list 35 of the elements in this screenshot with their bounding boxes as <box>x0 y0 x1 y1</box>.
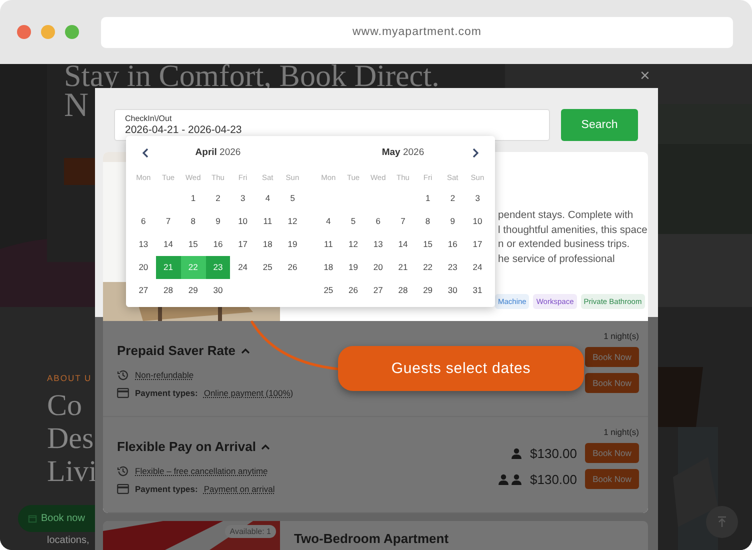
payment-type-link[interactable]: Online payment (100%) <box>204 388 294 398</box>
room-title: Two-Bedroom Apartment <box>293 530 449 548</box>
policy-link[interactable]: Flexible – free cancellation anytime <box>135 466 268 476</box>
section-heading: Co <box>47 389 82 422</box>
book-now-button[interactable]: Book now <box>18 505 95 532</box>
nights-label: 1 night(s) <box>604 427 639 437</box>
two-guests-icon <box>498 474 522 484</box>
arrow-up-icon <box>717 516 727 528</box>
chevron-up-icon[interactable] <box>260 444 270 450</box>
body-text: locations, <box>47 535 90 546</box>
price: $130.00 <box>530 472 577 486</box>
maximize-window-button[interactable] <box>65 25 79 39</box>
section-eyebrow: ABOUT U <box>47 373 92 383</box>
rate-name: Prepaid Saver Rate <box>117 343 236 358</box>
nights-label: 1 night(s) <box>604 331 639 341</box>
section-heading: Livi <box>47 455 97 488</box>
calendar-icon <box>28 514 37 523</box>
history-icon <box>117 369 129 381</box>
close-window-button[interactable] <box>17 25 31 39</box>
chevron-up-icon[interactable] <box>240 348 250 354</box>
payment-type-link[interactable]: Payment on arrival <box>204 484 275 494</box>
rate-name: Flexible Pay on Arrival <box>117 439 256 454</box>
policy-link[interactable]: Non-refundable <box>135 370 194 380</box>
section-heading: Des <box>47 422 94 455</box>
credit-card-icon <box>117 484 129 494</box>
payment-label: Payment types: <box>135 388 198 398</box>
address-bar[interactable]: www.myapartment.com <box>101 16 733 48</box>
credit-card-icon <box>117 388 129 398</box>
guest-icon <box>511 448 522 458</box>
callout: Guests select dates <box>338 346 584 391</box>
history-icon <box>117 465 129 477</box>
availability-badge: Available: 1 <box>224 525 276 538</box>
payment-label: Payment types: <box>135 484 198 494</box>
minimize-window-button[interactable] <box>41 25 55 39</box>
price: $130.00 <box>530 446 577 460</box>
